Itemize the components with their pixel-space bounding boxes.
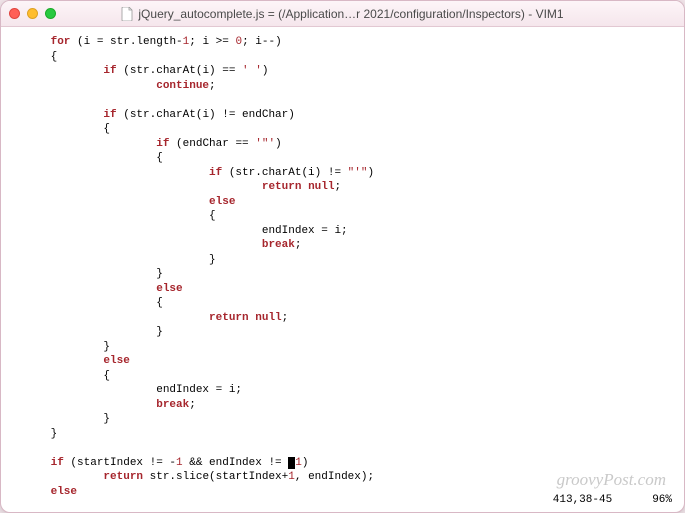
code-line: { [11, 210, 216, 222]
code-line: { [11, 152, 163, 164]
code-line: else [11, 196, 235, 208]
code-line: { [11, 123, 110, 135]
code-line: return str.slice(startIndex+1, endIndex)… [11, 471, 374, 483]
code-line: } [11, 326, 163, 338]
code-line: break; [11, 399, 196, 411]
titlebar: jQuery_autocomplete.js = (/Application…r… [1, 1, 684, 27]
code-line: else [11, 355, 130, 367]
code-line: return null; [11, 181, 341, 193]
code-line: continue; [11, 80, 216, 92]
code-line: if (startIndex != -1 && endIndex != 1) [11, 457, 308, 469]
code-line: endIndex = i; [11, 225, 348, 237]
code-line: if (str.charAt(i) == ' ') [11, 65, 268, 77]
window-title: jQuery_autocomplete.js = (/Application…r… [1, 7, 684, 21]
title-text: jQuery_autocomplete.js = (/Application…r… [138, 7, 563, 21]
code-line: } [11, 413, 110, 425]
code-line: } [11, 341, 110, 353]
code-line: } [11, 254, 216, 266]
editor-area[interactable]: for (i = str.length-1; i >= 0; i--) { if… [1, 27, 684, 494]
code-line: for (i = str.length-1; i >= 0; i--) [11, 36, 282, 48]
scroll-percent: 96% [652, 494, 672, 506]
cursor-position: 413,38-45 [553, 494, 612, 506]
code-line: return null; [11, 312, 288, 324]
code-line: else [11, 486, 77, 495]
code-line: if (str.charAt(i) != endChar) [11, 109, 295, 121]
code-line: } [11, 268, 163, 280]
code-line: { [11, 370, 110, 382]
maximize-icon[interactable] [45, 8, 56, 19]
code-line: endIndex = i; [11, 384, 242, 396]
vim-window: jQuery_autocomplete.js = (/Application…r… [0, 0, 685, 513]
minimize-icon[interactable] [27, 8, 38, 19]
code-line: { [11, 51, 57, 63]
code-line: { [11, 297, 163, 309]
statusbar: 413,38-45 96% [553, 494, 672, 506]
code-line: if (str.charAt(i) != "'") [11, 167, 374, 179]
code-line: if (endChar == '"') [11, 138, 282, 150]
document-icon [121, 7, 133, 21]
cursor [288, 457, 295, 469]
code-line: break; [11, 239, 301, 251]
close-icon[interactable] [9, 8, 20, 19]
code-line: } [11, 428, 57, 440]
code-line: else [11, 283, 183, 295]
traffic-lights [9, 8, 56, 19]
